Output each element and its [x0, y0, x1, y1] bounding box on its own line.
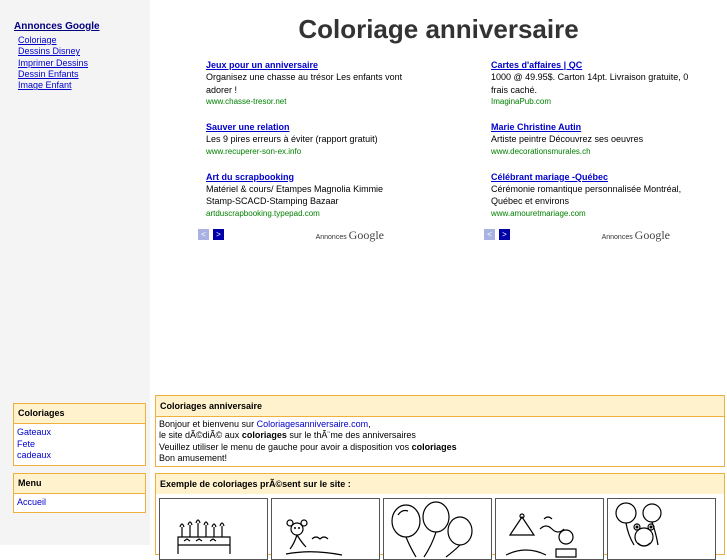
ads-by-prefix: Annonces [601, 234, 633, 241]
coloriages-box-title: Coloriages [14, 404, 145, 424]
google-ad-links: Coloriage Dessins Disney Imprimer Dessin… [18, 35, 88, 91]
ad-unit: Célébrant mariage -Québec Cérémonie roma… [491, 171, 691, 219]
intro-line-3: Veuillez utiliser le menu de gauche pour… [159, 442, 721, 453]
ad-text: Matériel & cours/ Etampes Magnolia Kimmi… [206, 183, 384, 207]
ads-column-left: Jeux pour un anniversaire Organisez une … [206, 59, 406, 233]
menu-box-title: Menu [14, 474, 145, 494]
ads-by-prefix: Annonces [315, 234, 347, 241]
ad-text: Les 9 pires erreurs à éviter (rapport gr… [206, 134, 378, 144]
menu-box: Menu Accueil [13, 473, 146, 513]
page-title: Coloriage anniversaire [298, 14, 579, 44]
menu-list: Accueil [14, 494, 145, 512]
intro-text: Bonjour et bienvenu sur [159, 419, 257, 429]
ad-title[interactable]: Art du scrapbooking [206, 171, 406, 183]
coloriages-box: Coloriages Gateaux Fete cadeaux [13, 403, 146, 467]
intro-box-title: Coloriages anniversaire [156, 396, 724, 417]
ad-url[interactable]: www.amouretmariage.com [491, 208, 691, 219]
example-thumbnail-balloons[interactable] [383, 498, 492, 560]
ad-unit: Art du scrapbooking Matériel & cours/ Et… [206, 171, 406, 219]
intro-keyword: coloriages [241, 430, 287, 441]
coloriages-list: Gateaux Fete cadeaux [14, 424, 145, 465]
google-ad-link-coloriage[interactable]: Coloriage [18, 35, 88, 46]
google-logo: Google [634, 228, 670, 242]
ad-title[interactable]: Célébrant mariage -Québec [491, 171, 691, 183]
main-content: Coloriage anniversaire Jeux pour un anni… [150, 0, 727, 560]
google-ad-link-imprimer-dessins[interactable]: Imprimer Dessins [18, 58, 88, 69]
intro-box: Coloriages anniversaire Bonjour et bienv… [155, 395, 725, 467]
ad-title[interactable]: Sauver une relation [206, 121, 406, 133]
ad-url[interactable]: www.decorationsmurales.ch [491, 146, 691, 157]
coloriages-item-gateaux[interactable]: Gateaux [17, 427, 145, 439]
ads-prev-button[interactable]: < [484, 229, 495, 240]
menu-item-accueil[interactable]: Accueil [17, 497, 145, 509]
coloriages-item-cadeaux[interactable]: cadeaux [17, 450, 145, 462]
examples-box: Exemple de coloriages prÃ©sent sur le si… [155, 473, 725, 560]
intro-text: Veuillez utiliser le menu de gauche pour… [159, 441, 412, 452]
site-link[interactable]: Coloriagesanniversaire.com [257, 419, 369, 429]
ad-unit: Marie Christine Autin Artiste peintre Dé… [491, 121, 691, 157]
ad-url[interactable]: www.recuperer-son-ex.info [206, 146, 406, 157]
google-ad-link-dessin-enfants[interactable]: Dessin Enfants [18, 69, 88, 80]
ads-column-right: Cartes d'affaires | QC 1000 @ 49.95$. Ca… [491, 59, 691, 233]
intro-text: le site dÃ©diÃ© aux [159, 430, 242, 441]
google-ad-link-image-enfant[interactable]: Image Enfant [18, 80, 88, 91]
example-thumbnail-cake[interactable] [159, 498, 268, 560]
ad-url[interactable]: www.chasse-tresor.net [206, 96, 406, 107]
intro-keyword: coloriages [411, 441, 457, 452]
ads-next-button[interactable]: > [213, 229, 224, 240]
ad-url[interactable]: artduscrapbooking.typepad.com [206, 208, 406, 219]
ad-url[interactable]: ImaginaPub.com [491, 96, 691, 107]
ad-text: Artiste peintre Découvrez ses oeuvres [491, 134, 644, 144]
intro-line-1: Bonjour et bienvenu sur Coloriagesannive… [159, 419, 721, 430]
ads-nav-left: < > Annonces Google [198, 228, 398, 243]
ad-title[interactable]: Jeux pour un anniversaire [206, 59, 406, 71]
google-ad-link-dessins-disney[interactable]: Dessins Disney [18, 46, 88, 57]
intro-box-body: Bonjour et bienvenu sur Coloriagesannive… [156, 417, 724, 467]
intro-line-4: Bon amusement! [159, 453, 228, 464]
example-thumbnails [159, 498, 724, 560]
ads-by-google[interactable]: Annonces Google [602, 228, 670, 243]
example-thumbnail-mickey[interactable] [607, 498, 716, 560]
ad-title[interactable]: Cartes d'affaires | QC [491, 59, 691, 71]
ad-unit: Jeux pour un anniversaire Organisez une … [206, 59, 406, 107]
google-logo: Google [348, 228, 384, 242]
ad-text: 1000 @ 49.95$. Carton 14pt. Livraison gr… [491, 72, 689, 95]
ad-title[interactable]: Marie Christine Autin [491, 121, 691, 133]
ads-by-google[interactable]: Annonces Google [316, 228, 384, 243]
left-sidebar: Annonces Google Coloriage Dessins Disney… [0, 0, 150, 545]
ad-unit: Cartes d'affaires | QC 1000 @ 49.95$. Ca… [491, 59, 691, 107]
intro-text: sur le thÃ¨me des anniversaires [286, 430, 416, 441]
google-ads-heading[interactable]: Annonces Google [14, 21, 100, 32]
coloriages-item-fete[interactable]: Fete [17, 439, 145, 451]
intro-text: , [368, 419, 371, 429]
ad-unit: Sauver une relation Les 9 pires erreurs … [206, 121, 406, 157]
intro-line-2: le site dÃ©diÃ© aux coloriages sur le th… [159, 430, 721, 441]
ads-nav-right: < > Annonces Google [484, 228, 684, 243]
ads-next-button[interactable]: > [499, 229, 510, 240]
example-thumbnail-party[interactable] [495, 498, 604, 560]
ads-prev-button[interactable]: < [198, 229, 209, 240]
examples-box-title: Exemple de coloriages prÃ©sent sur le si… [156, 474, 724, 494]
ad-text: Organisez une chasse au trésor Les enfan… [206, 72, 403, 95]
example-thumbnail-mouse[interactable] [271, 498, 380, 560]
ad-text: Cérémonie romantique personnalisée Montr… [491, 183, 682, 207]
